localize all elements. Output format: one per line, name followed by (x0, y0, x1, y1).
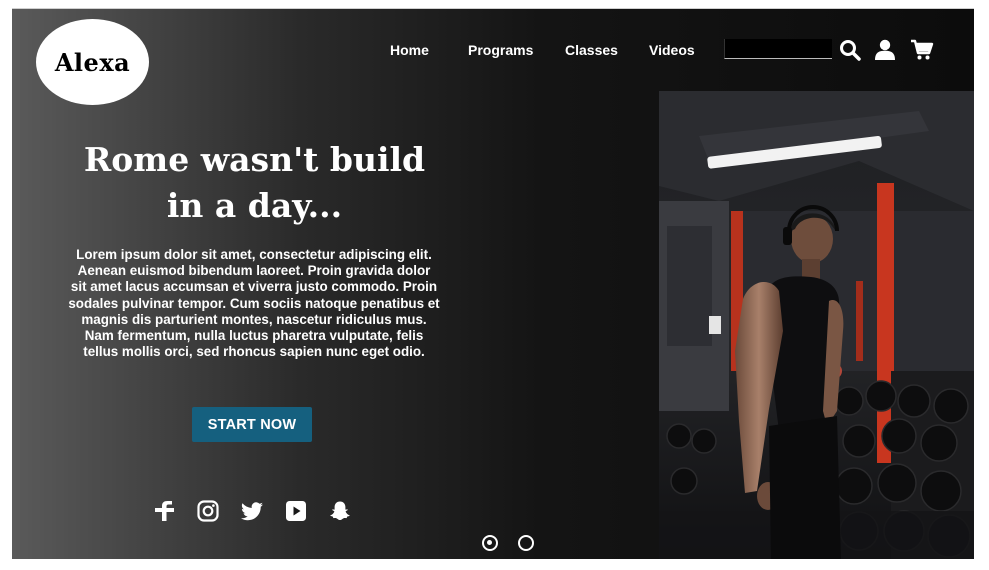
hero-headline: Rome wasn't build in a day... (52, 137, 457, 229)
search-icon[interactable] (838, 38, 862, 62)
twitter-icon[interactable] (240, 499, 264, 523)
headline-line-2: in a day... (166, 186, 343, 225)
hero-body-text: Lorem ipsum dolor sit amet, consectetur … (68, 247, 440, 360)
brand-logo[interactable]: Alexa (36, 19, 149, 105)
facebook-icon[interactable] (152, 499, 176, 523)
carousel-dot-1[interactable] (482, 535, 498, 551)
nav-home[interactable]: Home (390, 42, 429, 58)
hero-section: Alexa Home Programs Classes Videos Rome … (12, 8, 974, 559)
search-input[interactable] (724, 39, 832, 59)
logo-text: Alexa (54, 47, 131, 77)
start-now-button[interactable]: START NOW (192, 407, 312, 442)
headline-line-1: Rome wasn't build (83, 140, 426, 179)
nav-classes[interactable]: Classes (565, 42, 618, 58)
instagram-icon[interactable] (196, 499, 220, 523)
gym-photo-illustration (659, 91, 974, 559)
cart-icon[interactable] (910, 38, 934, 62)
carousel-dot-2[interactable] (518, 535, 534, 551)
nav-videos[interactable]: Videos (649, 42, 695, 58)
user-icon[interactable] (873, 38, 897, 62)
hero-gym-photo (659, 91, 974, 559)
nav-programs[interactable]: Programs (468, 42, 533, 58)
youtube-icon[interactable] (284, 499, 308, 523)
snapchat-icon[interactable] (328, 499, 352, 523)
